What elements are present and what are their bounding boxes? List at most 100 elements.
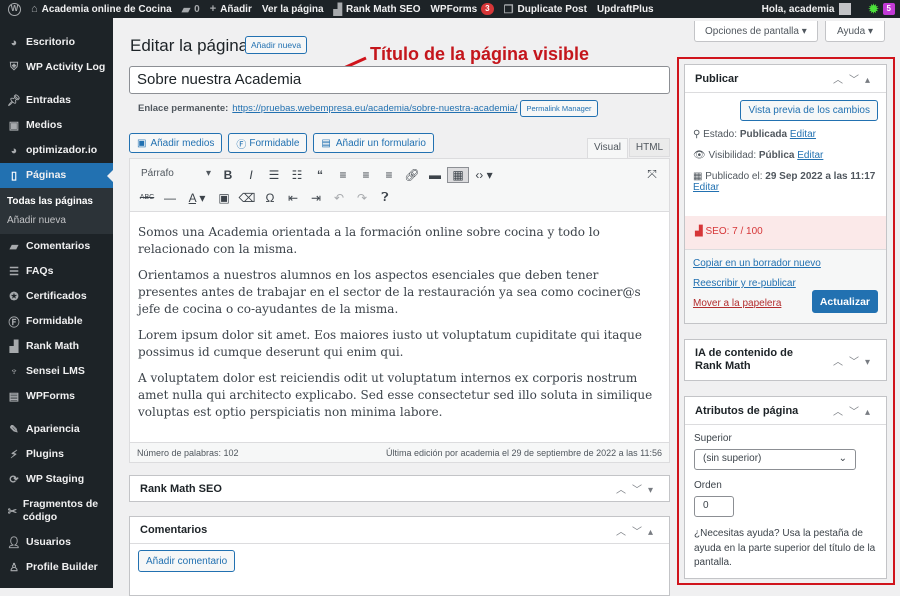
order-input[interactable]: 0 bbox=[694, 496, 734, 517]
sidebar-item-formidable[interactable]: Ⓕ Formidable bbox=[0, 309, 113, 334]
sidebar-item-p-ginas[interactable]: ▯ Páginas bbox=[0, 163, 113, 188]
seo-score[interactable]: ▟ SEO: 7 / 100 bbox=[685, 216, 886, 249]
sidebar-item-apariencia[interactable]: ✎ Apariencia bbox=[0, 417, 113, 442]
sidebar-item-wp-activity-log[interactable]: ⛨ WP Activity Log bbox=[0, 55, 113, 80]
numbered-list-icon[interactable]: ☷ bbox=[286, 168, 308, 182]
site-name-link[interactable]: ⌂ Academia online de Cocina bbox=[26, 0, 177, 18]
account-menu[interactable]: Hola, academia bbox=[757, 0, 857, 18]
ai-content-box: IA de contenido de Rank Math ︿﹀▾ bbox=[684, 339, 887, 381]
special-char-icon[interactable]: Ω bbox=[259, 191, 281, 205]
edit-date-link[interactable]: Editar bbox=[693, 182, 719, 193]
permalink-link[interactable]: https://pruebas.webempresa.eu/academia/s… bbox=[232, 103, 517, 114]
paragraph: Somos una Academia orientada a la formac… bbox=[138, 225, 600, 256]
wordpress-logo-icon[interactable]: W bbox=[0, 0, 26, 18]
sidebar-item-comentarios[interactable]: ▰ Comentarios bbox=[0, 234, 113, 259]
rankmath-icon: ▟ bbox=[9, 341, 19, 353]
chevron-down-icon: ⌄ bbox=[838, 453, 847, 464]
align-left-icon[interactable]: ≡ bbox=[332, 168, 354, 182]
sidebar-item-faqs[interactable]: ☰ FAQs bbox=[0, 259, 113, 284]
wpforms-icon: ▤ bbox=[8, 391, 20, 403]
code-icon[interactable]: ‹› ▾ bbox=[470, 168, 498, 182]
fullscreen-icon[interactable]: ⤧ bbox=[641, 167, 663, 182]
sidebar-item-wpforms[interactable]: ▤ WPForms bbox=[0, 384, 113, 409]
box-controls[interactable]: ︿﹀▴ bbox=[833, 71, 876, 86]
format-select[interactable]: Párrafo ▾ bbox=[136, 166, 216, 184]
strikethrough-icon[interactable]: ABC bbox=[136, 194, 158, 201]
outdent-icon[interactable]: ⇤ bbox=[282, 191, 304, 205]
sidebar-item-medios[interactable]: ▣ Medios bbox=[0, 113, 113, 138]
sensei-icon: ♆ bbox=[9, 365, 19, 378]
tab-visual[interactable]: Visual bbox=[587, 138, 628, 158]
parent-select[interactable]: (sin superior) ⌄ bbox=[694, 449, 856, 470]
edit-status-link[interactable]: Editar bbox=[790, 129, 816, 140]
blockquote-icon[interactable]: “ bbox=[309, 168, 331, 182]
align-center-icon[interactable]: ≡ bbox=[355, 168, 377, 182]
link-icon[interactable]: 🔗︎ bbox=[401, 168, 423, 182]
add-form-button[interactable]: ▤ Añadir un formulario bbox=[313, 133, 434, 153]
sidebar-item-sensei-lms[interactable]: ♆ Sensei LMS bbox=[0, 359, 113, 384]
toolbar-toggle-icon[interactable]: ▦ bbox=[447, 166, 469, 183]
copy-draft-link[interactable]: Copiar en un borrador nuevo bbox=[693, 258, 878, 269]
sidebar-item-certificados[interactable]: ✪ Certificados bbox=[0, 284, 113, 309]
sidebar-item-optimizador-io[interactable]: ◕ optimizador.io bbox=[0, 138, 113, 163]
submenu-item[interactable]: Todas las páginas bbox=[0, 192, 113, 211]
indent-icon[interactable]: ⇥ bbox=[305, 191, 327, 205]
tab-html[interactable]: HTML bbox=[629, 138, 670, 157]
clear-formatting-icon[interactable]: ⌫ bbox=[236, 191, 258, 205]
form-icon: ▤ bbox=[321, 137, 331, 149]
admin-sidebar: ◕ Escritorio ⛨ WP Activity Log 📌︎ Entradas ▣ Me… bbox=[0, 18, 113, 588]
undo-icon[interactable]: ↶ bbox=[328, 191, 350, 205]
rankmath-link[interactable]: ▟ Rank Math SEO bbox=[329, 0, 426, 18]
comments-link[interactable]: ▰ 0 bbox=[177, 0, 205, 18]
sidebar-item-entradas[interactable]: 📌︎ Entradas bbox=[0, 88, 113, 113]
sidebar-item-wp-staging[interactable]: ⟳ WP Staging bbox=[0, 467, 113, 492]
wpforms-link[interactable]: WPForms 3 bbox=[425, 0, 498, 18]
submenu-item[interactable]: Añadir nueva bbox=[0, 211, 113, 230]
paste-text-icon[interactable]: ▣ bbox=[213, 191, 235, 205]
italic-icon[interactable]: I bbox=[240, 168, 262, 182]
horizontal-line-icon[interactable]: — bbox=[159, 191, 181, 205]
screen-options-button[interactable]: Opciones de pantalla ▾ bbox=[694, 21, 818, 42]
permalink-manager-button[interactable]: Permalink Manager bbox=[520, 100, 598, 117]
box-controls[interactable]: ︿﹀▾ bbox=[616, 481, 659, 496]
bullet-list-icon[interactable]: ☰ bbox=[263, 168, 285, 182]
align-right-icon[interactable]: ≡ bbox=[378, 168, 400, 182]
box-controls[interactable]: ︿﹀▾ bbox=[833, 353, 876, 368]
sidebar-item-rank-math[interactable]: ▟ Rank Math bbox=[0, 334, 113, 359]
rankmath-icon: ▟ bbox=[695, 226, 703, 237]
sidebar-item-escritorio[interactable]: ◕ Escritorio bbox=[0, 30, 113, 55]
editor-content[interactable]: Somos una Academia orientada a la formac… bbox=[130, 212, 669, 432]
sidebar-item-plugins[interactable]: ⚡︎ Plugins bbox=[0, 442, 113, 467]
formidable-button[interactable]: Ⓕ Formidable bbox=[228, 133, 308, 153]
text-color-icon[interactable]: A ▾ bbox=[182, 191, 212, 205]
add-new-page-button[interactable]: Añadir nueva bbox=[245, 36, 308, 54]
redo-icon[interactable]: ↷ bbox=[351, 191, 373, 205]
sidebar-item-usuarios[interactable]: 👤︎ Usuarios bbox=[0, 530, 113, 555]
view-page-link[interactable]: Ver la página bbox=[257, 0, 329, 18]
sidebar-item-fragmentos-de-c-digo[interactable]: ✂ Fragmentos de código bbox=[0, 492, 113, 530]
box-controls[interactable]: ︿﹀▴ bbox=[616, 523, 659, 538]
add-comment-button[interactable]: Añadir comentario bbox=[138, 550, 236, 572]
help-button[interactable]: Ayuda ▾ bbox=[825, 21, 885, 42]
preview-changes-button[interactable]: Vista previa de los cambios bbox=[740, 100, 878, 121]
paragraph: A voluptatem dolor est reiciendis odit u… bbox=[138, 371, 653, 419]
brush-icon: ✎ bbox=[9, 424, 19, 436]
duplicate-post-link[interactable]: ❐ Duplicate Post bbox=[499, 0, 592, 18]
box-controls[interactable]: ︿﹀▴ bbox=[833, 403, 876, 418]
admin-bar: W ⌂ Academia online de Cocina ▰ 0 + Añadir … bbox=[0, 0, 900, 18]
plus-icon: + bbox=[209, 3, 217, 15]
updraftplus-link[interactable]: UpdraftPlus bbox=[592, 0, 659, 18]
sidebar-item-profile-builder[interactable]: ♙ Profile Builder bbox=[0, 555, 113, 580]
bold-icon[interactable]: B bbox=[217, 168, 239, 182]
help-icon[interactable]: ❓︎ bbox=[374, 190, 396, 205]
update-button[interactable]: Actualizar bbox=[811, 290, 878, 313]
add-media-button[interactable]: ▣ Añadir medios bbox=[129, 133, 223, 153]
sync-icon: ⟳ bbox=[9, 474, 19, 486]
rewrite-republish-link[interactable]: Reescribir y re-publicar bbox=[693, 278, 878, 289]
read-more-icon[interactable]: ▬ bbox=[424, 168, 446, 182]
add-new-link[interactable]: + Añadir bbox=[205, 0, 257, 18]
edit-visibility-link[interactable]: Editar bbox=[797, 150, 823, 161]
debug-menu[interactable]: ✹ 5 bbox=[856, 0, 900, 18]
user-icon: 👤︎ bbox=[7, 537, 21, 549]
title-input[interactable]: Sobre nuestra Academia bbox=[129, 66, 670, 94]
